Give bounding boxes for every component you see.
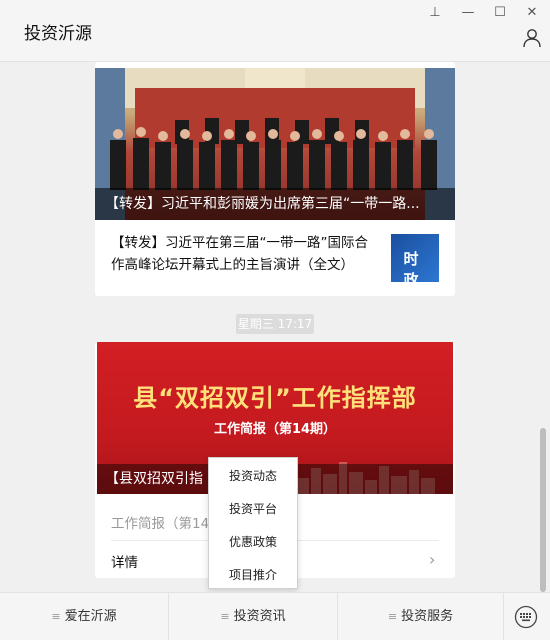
divider <box>503 593 504 640</box>
minimize-button[interactable]: — <box>458 4 478 22</box>
thumbnail-text: 时 政 <box>403 250 427 282</box>
menu-tab-invest-info[interactable]: ≡ 投资资讯 <box>169 593 337 640</box>
bottom-menu-bar: ≡ 爱在沂源 ≡ 投资资讯 ≡ 投资服务 <box>0 592 550 640</box>
menu-lines-icon: ≡ <box>51 610 61 623</box>
close-button[interactable]: ✕ <box>522 4 542 22</box>
photo-caption: 【转发】习近平和彭丽媛为出席第三届“一带一路... <box>95 188 455 220</box>
menu-item-project-promotion[interactable]: 项目推介 <box>209 559 297 592</box>
details-label: 详情 <box>111 555 138 571</box>
menu-tab-invest-service[interactable]: ≡ 投资服务 <box>338 593 503 640</box>
article-photo[interactable]: 【转发】习近平和彭丽媛为出席第三届“一带一路... <box>95 68 455 220</box>
menu-item-preferential-policy[interactable]: 优惠政策 <box>209 526 297 559</box>
menu-tab-love-yiyuan[interactable]: ≡ 爱在沂源 <box>0 593 168 640</box>
menu-tab-label: 投资资讯 <box>233 609 286 624</box>
menu-tab-label: 投资服务 <box>401 609 454 624</box>
menu-tab-label: 爱在沂源 <box>64 609 117 624</box>
maximize-button[interactable]: ☐ <box>490 4 510 22</box>
app-title: 投资沂源 <box>24 24 92 44</box>
menu-item-invest-platform[interactable]: 投资平台 <box>209 493 297 526</box>
article-card[interactable]: 【转发】习近平和彭丽媛为出席第三届“一带一路... 【转发】习近平在第三届“一带… <box>95 62 455 296</box>
chevron-right-icon: › <box>429 550 436 569</box>
title-bar: 投资沂源 ⊥ — ☐ ✕ <box>0 0 550 62</box>
menu-lines-icon: ≡ <box>387 610 398 623</box>
banner-title: 县“双招双引”工作指挥部 <box>133 384 417 412</box>
timestamp-badge: 星期三 17:17 <box>236 314 314 334</box>
submenu-popup: 投资动态 投资平台 优惠政策 项目推介 <box>208 457 298 589</box>
menu-lines-icon: ≡ <box>220 610 230 623</box>
scrollbar-thumb[interactable] <box>540 428 546 592</box>
article-thumbnail[interactable]: 时 政 <box>391 234 439 282</box>
article-description: 工作简报（第14 <box>111 516 210 532</box>
keyboard-icon[interactable] <box>514 605 538 629</box>
user-icon[interactable] <box>522 28 542 48</box>
pin-icon[interactable]: ⊥ <box>425 4 445 22</box>
menu-item-invest-news[interactable]: 投资动态 <box>209 460 297 493</box>
banner-subtitle: 工作简报（第14期） <box>213 422 337 437</box>
article-title[interactable]: 【转发】习近平在第三届“一带一路”国际合作高峰论坛开幕式上的主旨演讲（全文） <box>111 232 381 276</box>
